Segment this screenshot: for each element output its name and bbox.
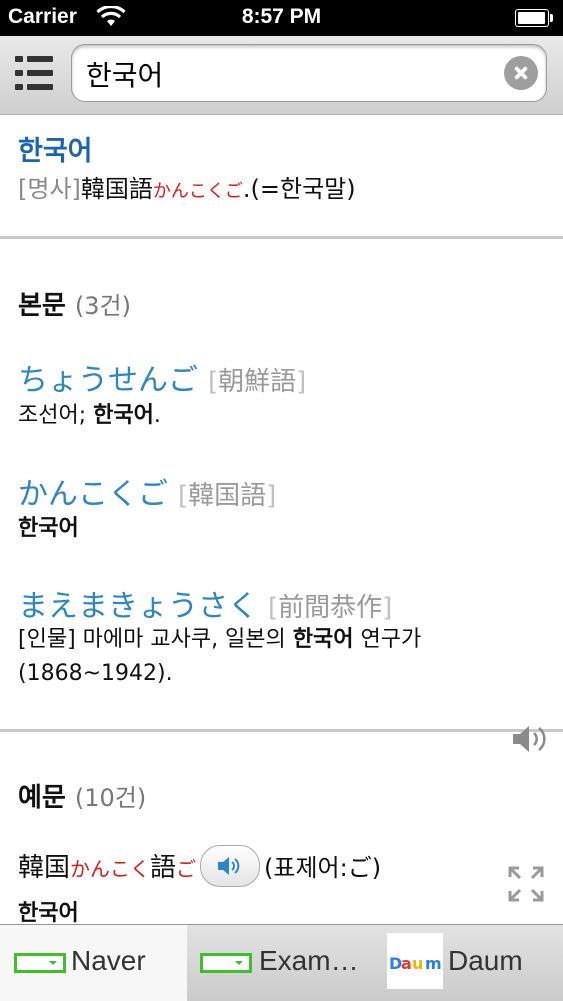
examples-section-title: 예문 (10건)	[18, 783, 147, 813]
tab-label: Naver	[71, 945, 146, 976]
expand-icon[interactable]	[507, 865, 545, 903]
speaker-icon[interactable]	[511, 723, 551, 755]
tab-naver[interactable]: Naver	[0, 925, 187, 1001]
daum-logo-icon: D a u m	[387, 933, 443, 989]
search-bar	[0, 36, 563, 115]
headword[interactable]: 한국어	[18, 129, 93, 168]
divider	[0, 729, 563, 732]
result-meaning: 조선어; 한국어.	[18, 403, 161, 428]
part-of-speech: [명사]	[18, 175, 81, 203]
svg-text:u: u	[412, 954, 423, 973]
result-meaning: [인물] 마에마 교사쿠, 일본의 한국어 연구가 (1868~1942).	[18, 627, 422, 686]
battery-icon	[515, 9, 553, 27]
entry-definition: [명사]韓国語かんこくご.(=한국말)	[18, 169, 356, 204]
examples-logo-icon	[200, 953, 252, 973]
tab-label: Daum	[448, 945, 523, 976]
results-content[interactable]: 한국어 [명사]韓国語かんこくご.(=한국말) 본문 (3건) ちょうせんご [朝…	[0, 115, 563, 924]
entry-rest: .(=한국말)	[242, 175, 356, 203]
example-translation: 한국어	[18, 901, 79, 924]
result-meaning: 한국어	[18, 516, 79, 541]
play-audio-button[interactable]	[200, 844, 261, 887]
tab-label: Exam…	[259, 945, 359, 976]
search-input[interactable]	[84, 53, 498, 95]
svg-text:a: a	[401, 954, 412, 973]
result-word[interactable]: まえまきょうさく [前間恭作]	[18, 581, 392, 625]
list-menu-icon[interactable]	[12, 54, 56, 94]
tab-examples[interactable]: Exam…	[188, 925, 375, 1001]
naver-logo-icon	[14, 953, 66, 973]
clock: 8:57 PM	[241, 5, 322, 28]
clear-search-icon[interactable]	[504, 56, 538, 90]
body-section-title: 본문 (3건)	[18, 291, 131, 321]
search-field[interactable]	[71, 44, 547, 102]
result-word[interactable]: かんこくご [韓国語]	[18, 469, 276, 513]
entry-reading: かんこくご	[152, 181, 243, 202]
result-word[interactable]: ちょうせんご [朝鮮語]	[18, 355, 306, 399]
svg-text:m: m	[425, 954, 442, 973]
divider	[0, 236, 563, 239]
status-bar: Carrier 8:57 PM	[0, 0, 563, 36]
entry-kanji: 韓国語	[80, 175, 153, 203]
example-sentence[interactable]: 韓国かんこく語ご (표제어:ご)	[18, 844, 381, 890]
tab-bar: Naver Exam… Daum D a u m	[0, 924, 563, 1001]
